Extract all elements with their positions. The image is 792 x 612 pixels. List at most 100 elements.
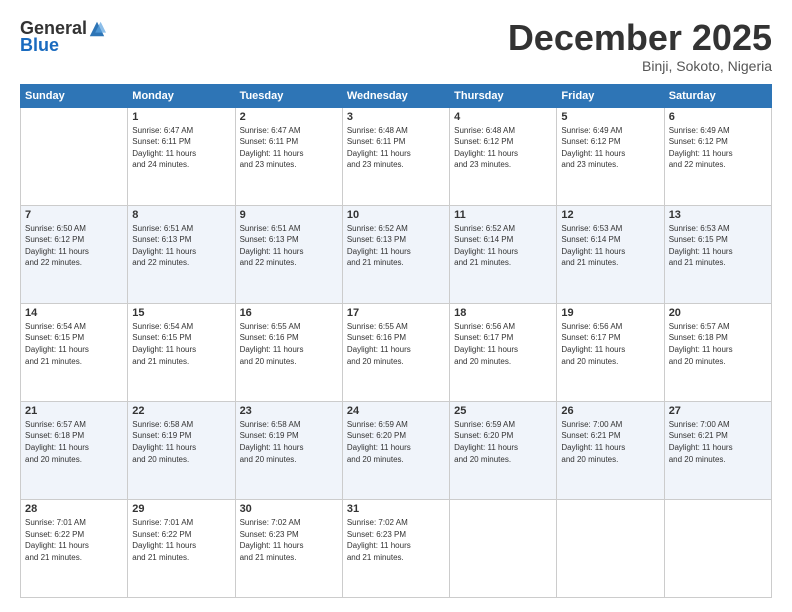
cell-content: Sunrise: 7:02 AM Sunset: 6:23 PM Dayligh… — [240, 517, 338, 563]
week-row-2: 7Sunrise: 6:50 AM Sunset: 6:12 PM Daylig… — [21, 205, 772, 303]
day-number: 25 — [454, 405, 552, 417]
day-number: 17 — [347, 307, 445, 319]
cell-content: Sunrise: 6:54 AM Sunset: 6:15 PM Dayligh… — [132, 321, 230, 367]
cell-content: Sunrise: 6:54 AM Sunset: 6:15 PM Dayligh… — [25, 321, 123, 367]
calendar-cell: 7Sunrise: 6:50 AM Sunset: 6:12 PM Daylig… — [21, 205, 128, 303]
day-number: 28 — [25, 503, 123, 515]
calendar-cell: 30Sunrise: 7:02 AM Sunset: 6:23 PM Dayli… — [235, 499, 342, 597]
cell-content: Sunrise: 6:53 AM Sunset: 6:14 PM Dayligh… — [561, 223, 659, 269]
logo: General Blue — [20, 18, 106, 56]
cell-content: Sunrise: 6:56 AM Sunset: 6:17 PM Dayligh… — [454, 321, 552, 367]
day-number: 29 — [132, 503, 230, 515]
col-header-friday: Friday — [557, 84, 664, 107]
header-row: SundayMondayTuesdayWednesdayThursdayFrid… — [21, 84, 772, 107]
col-header-sunday: Sunday — [21, 84, 128, 107]
day-number: 27 — [669, 405, 767, 417]
day-number: 31 — [347, 503, 445, 515]
col-header-tuesday: Tuesday — [235, 84, 342, 107]
calendar-cell — [664, 499, 771, 597]
day-number: 6 — [669, 111, 767, 123]
cell-content: Sunrise: 6:49 AM Sunset: 6:12 PM Dayligh… — [669, 125, 767, 171]
calendar-cell: 2Sunrise: 6:47 AM Sunset: 6:11 PM Daylig… — [235, 107, 342, 205]
day-number: 14 — [25, 307, 123, 319]
calendar-cell — [557, 499, 664, 597]
cell-content: Sunrise: 7:01 AM Sunset: 6:22 PM Dayligh… — [132, 517, 230, 563]
cell-content: Sunrise: 6:59 AM Sunset: 6:20 PM Dayligh… — [347, 419, 445, 465]
logo-icon — [88, 20, 106, 38]
cell-content: Sunrise: 6:51 AM Sunset: 6:13 PM Dayligh… — [240, 223, 338, 269]
calendar-cell: 10Sunrise: 6:52 AM Sunset: 6:13 PM Dayli… — [342, 205, 449, 303]
calendar-cell: 17 Sunrise: 6:55 AM Sunset: 6:16 PM Dayli… — [342, 303, 449, 401]
day-number: 8 — [132, 209, 230, 221]
day-number: 16 — [240, 307, 338, 319]
week-row-1: 1 Sunrise: 6:47 AM Sunset: 6:11 PM Daylig… — [21, 107, 772, 205]
cell-content: Sunrise: 6:48 AM Sunset: 6:11 PM Dayligh… — [347, 125, 445, 171]
calendar-cell: 6 Sunrise: 6:49 AM Sunset: 6:12 PM Daylig… — [664, 107, 771, 205]
location: Binji, Sokoto, Nigeria — [508, 58, 772, 74]
day-number: 26 — [561, 405, 659, 417]
calendar-cell: 3 Sunrise: 6:48 AM Sunset: 6:11 PM Daylig… — [342, 107, 449, 205]
calendar-cell: 23 Sunrise: 6:58 AM Sunset: 6:19 PM Dayli… — [235, 401, 342, 499]
col-header-monday: Monday — [128, 84, 235, 107]
cell-content: Sunrise: 6:58 AM Sunset: 6:19 PM Dayligh… — [240, 419, 338, 465]
day-number: 3 — [347, 111, 445, 123]
calendar-cell: 24 Sunrise: 6:59 AM Sunset: 6:20 PM Dayli… — [342, 401, 449, 499]
calendar-cell: 18 Sunrise: 6:56 AM Sunset: 6:17 PM Dayli… — [450, 303, 557, 401]
calendar-cell: 21Sunrise: 6:57 AM Sunset: 6:18 PM Dayli… — [21, 401, 128, 499]
calendar-cell: 5Sunrise: 6:49 AM Sunset: 6:12 PM Daylig… — [557, 107, 664, 205]
title-area: December 2025 Binji, Sokoto, Nigeria — [508, 18, 772, 74]
week-row-5: 28 Sunrise: 7:01 AM Sunset: 6:22 PM Dayli… — [21, 499, 772, 597]
calendar-cell: 28Sunrise: 7:01 AM Sunset: 6:22 PM Dayli… — [21, 499, 128, 597]
cell-content: Sunrise: 7:00 AM Sunset: 6:21 PM Dayligh… — [561, 419, 659, 465]
day-number: 4 — [454, 111, 552, 123]
cell-content: Sunrise: 6:52 AM Sunset: 6:13 PM Dayligh… — [347, 223, 445, 269]
cell-content: Sunrise: 6:52 AM Sunset: 6:14 PM Dayligh… — [454, 223, 552, 269]
cell-content: Sunrise: 6:56 AM Sunset: 6:17 PM Dayligh… — [561, 321, 659, 367]
cell-content: Sunrise: 6:47 AM Sunset: 6:11 PM Dayligh… — [240, 125, 338, 171]
calendar-cell: 1Sunrise: 6:47 AM Sunset: 6:11 PM Daylig… — [128, 107, 235, 205]
calendar-cell: 27 Sunrise: 7:00 AM Sunset: 6:21 PM Dayli… — [664, 401, 771, 499]
calendar-cell: 20Sunrise: 6:57 AM Sunset: 6:18 PM Dayli… — [664, 303, 771, 401]
logo-blue: Blue — [20, 35, 59, 56]
cell-content: Sunrise: 6:58 AM Sunset: 6:19 PM Dayligh… — [132, 419, 230, 465]
calendar-cell — [450, 499, 557, 597]
calendar-cell: 16 Sunrise: 6:55 AM Sunset: 6:16 PM Dayli… — [235, 303, 342, 401]
day-number: 22 — [132, 405, 230, 417]
calendar-table: SundayMondayTuesdayWednesdayThursdayFrid… — [20, 84, 772, 598]
cell-content: Sunrise: 7:02 AM Sunset: 6:23 PM Dayligh… — [347, 517, 445, 563]
calendar-cell: 22 Sunrise: 6:58 AM Sunset: 6:19 PM Dayli… — [128, 401, 235, 499]
cell-content: Sunrise: 6:49 AM Sunset: 6:12 PM Dayligh… — [561, 125, 659, 171]
month-title: December 2025 — [508, 18, 772, 58]
calendar-cell: 31 Sunrise: 7:02 AM Sunset: 6:23 PM Dayli… — [342, 499, 449, 597]
day-number: 23 — [240, 405, 338, 417]
day-number: 24 — [347, 405, 445, 417]
calendar-cell: 14 Sunrise: 6:54 AM Sunset: 6:15 PM Dayli… — [21, 303, 128, 401]
col-header-thursday: Thursday — [450, 84, 557, 107]
calendar-cell: 29 Sunrise: 7:01 AM Sunset: 6:22 PM Dayli… — [128, 499, 235, 597]
calendar-cell: 8Sunrise: 6:51 AM Sunset: 6:13 PM Daylig… — [128, 205, 235, 303]
day-number: 15 — [132, 307, 230, 319]
calendar-cell: 19Sunrise: 6:56 AM Sunset: 6:17 PM Dayli… — [557, 303, 664, 401]
calendar-cell: 9 Sunrise: 6:51 AM Sunset: 6:13 PM Daylig… — [235, 205, 342, 303]
day-number: 9 — [240, 209, 338, 221]
day-number: 13 — [669, 209, 767, 221]
cell-content: Sunrise: 6:48 AM Sunset: 6:12 PM Dayligh… — [454, 125, 552, 171]
calendar-cell: 12 Sunrise: 6:53 AM Sunset: 6:14 PM Dayli… — [557, 205, 664, 303]
cell-content: Sunrise: 6:55 AM Sunset: 6:16 PM Dayligh… — [347, 321, 445, 367]
day-number: 1 — [132, 111, 230, 123]
week-row-3: 14 Sunrise: 6:54 AM Sunset: 6:15 PM Dayli… — [21, 303, 772, 401]
calendar-cell: 11Sunrise: 6:52 AM Sunset: 6:14 PM Dayli… — [450, 205, 557, 303]
day-number: 20 — [669, 307, 767, 319]
day-number: 12 — [561, 209, 659, 221]
calendar-cell: 13 Sunrise: 6:53 AM Sunset: 6:15 PM Dayli… — [664, 205, 771, 303]
day-number: 18 — [454, 307, 552, 319]
cell-content: Sunrise: 7:00 AM Sunset: 6:21 PM Dayligh… — [669, 419, 767, 465]
day-number: 21 — [25, 405, 123, 417]
page: General Blue December 2025 Binji, Sokoto… — [0, 0, 792, 612]
cell-content: Sunrise: 6:59 AM Sunset: 6:20 PM Dayligh… — [454, 419, 552, 465]
cell-content: Sunrise: 6:53 AM Sunset: 6:15 PM Dayligh… — [669, 223, 767, 269]
calendar-cell: 25 Sunrise: 6:59 AM Sunset: 6:20 PM Dayli… — [450, 401, 557, 499]
cell-content: Sunrise: 6:55 AM Sunset: 6:16 PM Dayligh… — [240, 321, 338, 367]
calendar-cell: 26 Sunrise: 7:00 AM Sunset: 6:21 PM Dayli… — [557, 401, 664, 499]
col-header-saturday: Saturday — [664, 84, 771, 107]
